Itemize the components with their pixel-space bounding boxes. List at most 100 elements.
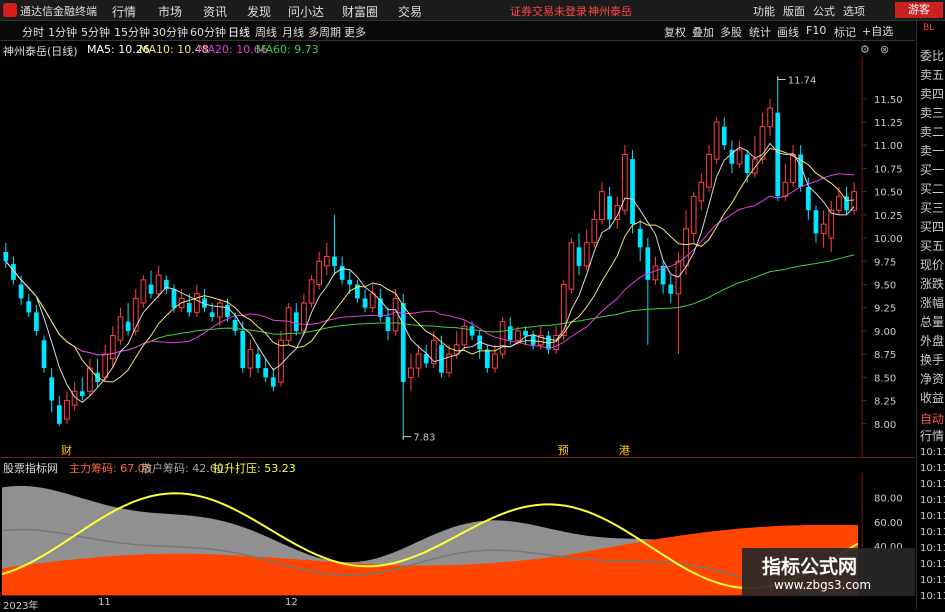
panel-label-change[interactable]: 涨跌 [920, 275, 944, 292]
panel-label-sell2[interactable]: 卖二 [920, 123, 944, 140]
login-status[interactable]: 证券交易未登录 [510, 3, 587, 19]
candle-body [690, 195, 697, 234]
tab-fenshi[interactable]: 分时 [22, 24, 44, 40]
panel-time: 10:11 [920, 495, 945, 506]
add-favorite-button[interactable]: +自选 [862, 23, 893, 39]
event-marker: 预 [558, 444, 569, 457]
panel-label-volume[interactable]: 总量 [920, 313, 944, 330]
panel-label-eps[interactable]: 收益 [920, 389, 944, 406]
ma10-line [5, 147, 855, 383]
candle-body [270, 377, 276, 387]
tab-weekly[interactable]: 周线 [255, 24, 277, 40]
candle-body [392, 297, 399, 332]
panel-label-sell3[interactable]: 卖三 [920, 104, 944, 121]
tool-fuquan[interactable]: 复权 [664, 24, 686, 40]
menu-gongneng[interactable]: 功能 [753, 3, 775, 19]
menu-jiaoyi[interactable]: 交易 [398, 3, 422, 20]
menu-banmian[interactable]: 版面 [783, 3, 805, 19]
app-title: 通达信金融终端 [20, 5, 97, 18]
candle-body [698, 181, 705, 202]
panel-time: 10:11 [920, 543, 945, 554]
candle-body [576, 247, 582, 266]
tool-diejia[interactable]: 叠加 [692, 24, 714, 40]
candle-body [109, 335, 116, 360]
candle-body [515, 330, 521, 341]
candle-body [308, 279, 315, 304]
panel-label-sell4[interactable]: 卖四 [920, 85, 944, 102]
tab-monthly[interactable]: 月线 [282, 24, 304, 40]
panel-label-outer[interactable]: 外盘 [920, 332, 944, 349]
ma5-line [5, 142, 855, 404]
candlestick-chart[interactable]: 11.50 11.25 11.00 10.75 10.50 10.25 10.00 9.75 9… [0, 57, 915, 457]
period-toolbar: 分时 1分钟 5分钟 15分钟 30分钟 60分钟 日线 周线 月线 多周期 更… [0, 21, 915, 41]
tool-biaoji[interactable]: 标记 [834, 24, 856, 40]
panel-label-sell1[interactable]: 卖一 [920, 142, 944, 159]
tab-60min[interactable]: 60分钟 [190, 24, 226, 40]
tab-15min[interactable]: 15分钟 [114, 24, 150, 40]
candle-body [247, 349, 254, 369]
candle-body [484, 349, 490, 369]
candle-body [706, 154, 712, 188]
tab-1min[interactable]: 1分钟 [48, 24, 77, 40]
tab-5min[interactable]: 5分钟 [81, 24, 110, 40]
panel-label-sell5[interactable]: 卖五 [920, 66, 944, 83]
panel-label-buy3[interactable]: 买三 [920, 199, 944, 216]
panel-label-price[interactable]: 现价 [920, 256, 944, 273]
panel-label-buy2[interactable]: 买二 [920, 180, 944, 197]
guest-button[interactable]: 游客 [895, 2, 943, 18]
candle-body [232, 319, 238, 331]
tab-multi-period[interactable]: 多周期 [308, 24, 341, 40]
y-tick-label: 9.00 [874, 327, 896, 338]
menu-faxian[interactable]: 发现 [247, 3, 271, 20]
close-icon[interactable]: ⊗ [880, 43, 889, 56]
candle-body [568, 242, 575, 290]
candle-body [285, 307, 292, 341]
high-marker-line [777, 76, 786, 80]
candle-body [140, 279, 147, 304]
candle-body [132, 297, 139, 332]
tab-30min[interactable]: 30分钟 [152, 24, 188, 40]
tab-daily[interactable]: 日线 [228, 24, 250, 40]
candle-body [225, 304, 230, 317]
panel-label-buy5[interactable]: 买五 [920, 237, 944, 254]
tool-huaxian[interactable]: 画线 [777, 24, 799, 40]
panel-time: 10:11 [920, 559, 945, 570]
panel-time: 10:11 [920, 591, 945, 602]
candle-body [591, 219, 598, 244]
panel-label-netasset[interactable]: 净资 [920, 370, 944, 387]
y-tick-label: 11.00 [874, 141, 903, 152]
panel-label-auto[interactable]: 自动 [920, 410, 944, 427]
y-tick-label: 8.00 [874, 420, 896, 431]
panel-label-market[interactable]: 行情 [920, 427, 944, 444]
candle-body [301, 302, 307, 332]
tool-duogu[interactable]: 多股 [720, 24, 742, 40]
panel-label-pct[interactable]: 涨幅 [920, 294, 944, 311]
panel-label-buy4[interactable]: 买四 [920, 218, 944, 235]
tool-tongji[interactable]: 统计 [749, 24, 771, 40]
candle-body [362, 298, 368, 308]
candle-body [645, 247, 651, 280]
menu-shichang[interactable]: 市场 [158, 3, 182, 20]
tab-more[interactable]: 更多 [344, 24, 366, 40]
menu-wenxiaoda[interactable]: 问小达 [288, 3, 324, 20]
candle-body [828, 209, 835, 239]
event-marker: 港 [619, 444, 630, 457]
candle-body [453, 344, 460, 355]
menu-xuanxiang[interactable]: 选项 [843, 3, 865, 19]
menu-caifuquan[interactable]: 财富圈 [342, 3, 378, 20]
candle-body [499, 321, 506, 355]
menu-hangqing[interactable]: 行情 [112, 3, 136, 20]
candle-body [332, 256, 337, 266]
stock-link[interactable]: 神州泰岳 [588, 3, 632, 19]
watermark-url: www.zbgs3.com [774, 578, 872, 592]
tool-f10[interactable]: F10 [806, 24, 826, 37]
panel-label-buy1[interactable]: 买一 [920, 161, 944, 178]
settings-icon[interactable]: ⚙ [860, 43, 870, 56]
panel-time: 10:11 [920, 463, 945, 474]
panel-label-turnover[interactable]: 换手 [920, 351, 944, 368]
y-tick-label: 8.50 [874, 373, 896, 384]
panel-label-weibi[interactable]: 委比 [920, 47, 944, 64]
menu-gongshi[interactable]: 公式 [813, 3, 835, 19]
menu-zixun[interactable]: 资讯 [203, 3, 227, 20]
y-tick-label: 8.25 [874, 397, 896, 408]
